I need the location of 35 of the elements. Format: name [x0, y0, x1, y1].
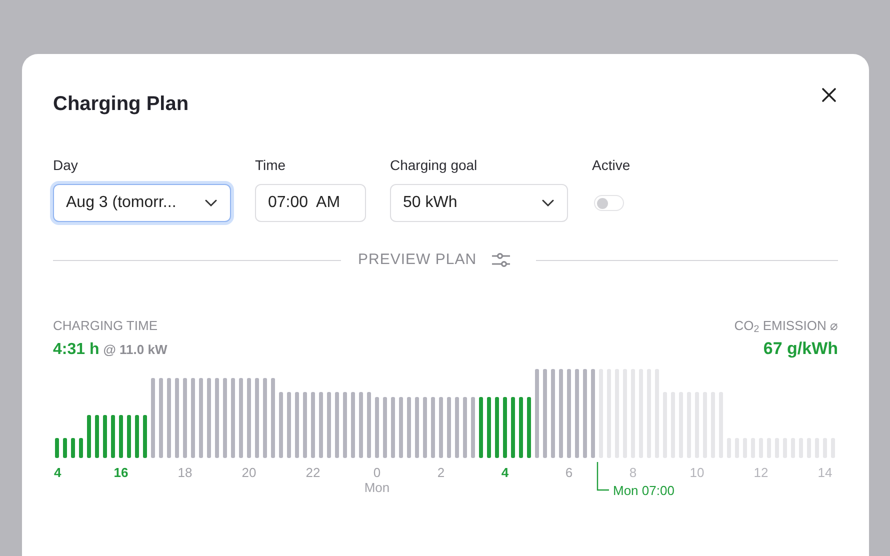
field-label: Day [53, 156, 79, 174]
field-label: Time [255, 156, 287, 174]
axis-label: 18 [178, 465, 192, 481]
chevron-down-icon [205, 199, 217, 207]
axis-label: 22 [306, 465, 320, 481]
deadline-marker-line [596, 462, 609, 491]
axis-label: 2 [437, 465, 445, 481]
co2-emission-value: 67 g/kWh [762, 338, 838, 360]
section-label: PREVIEW PLAN [358, 250, 477, 270]
axis-label: 14 [818, 465, 832, 481]
axis-label: 4 [501, 465, 509, 481]
axis-label: 8 [629, 465, 637, 481]
field-label: Charging goal [390, 156, 478, 174]
axis-label: 20 [242, 465, 256, 481]
axis-label: 6 [565, 465, 573, 481]
stat-label: CHARGING TIME [53, 318, 158, 334]
close-icon [821, 87, 837, 103]
day-label: Mon [364, 480, 390, 496]
dialog-title: Charging Plan [53, 92, 189, 117]
charging-time-value: 4:31 h [53, 340, 100, 360]
charging-power: @ 11.0 kW [103, 341, 168, 359]
axis-label: 16 [114, 465, 128, 481]
chevron-down-icon [542, 199, 554, 207]
toggle-switch[interactable] [594, 195, 624, 211]
field-label: Active [592, 156, 632, 174]
dropdown[interactable]: Aug 3 (tomorr... [53, 184, 231, 222]
time-field[interactable]: 07:00 AM [255, 184, 366, 222]
axis-label: 0 [373, 465, 381, 481]
dropdown[interactable]: 50 kWh [390, 184, 568, 222]
stat-label: CO$_{2}$ EMISSION ⌀ [734, 318, 838, 334]
axis-label: 10 [690, 465, 704, 481]
axis-label: 12 [754, 465, 768, 481]
deadline-label: Mon 07:00 [613, 483, 674, 499]
sliders-icon[interactable] [490, 252, 511, 268]
axis-label: 4 [54, 465, 62, 481]
